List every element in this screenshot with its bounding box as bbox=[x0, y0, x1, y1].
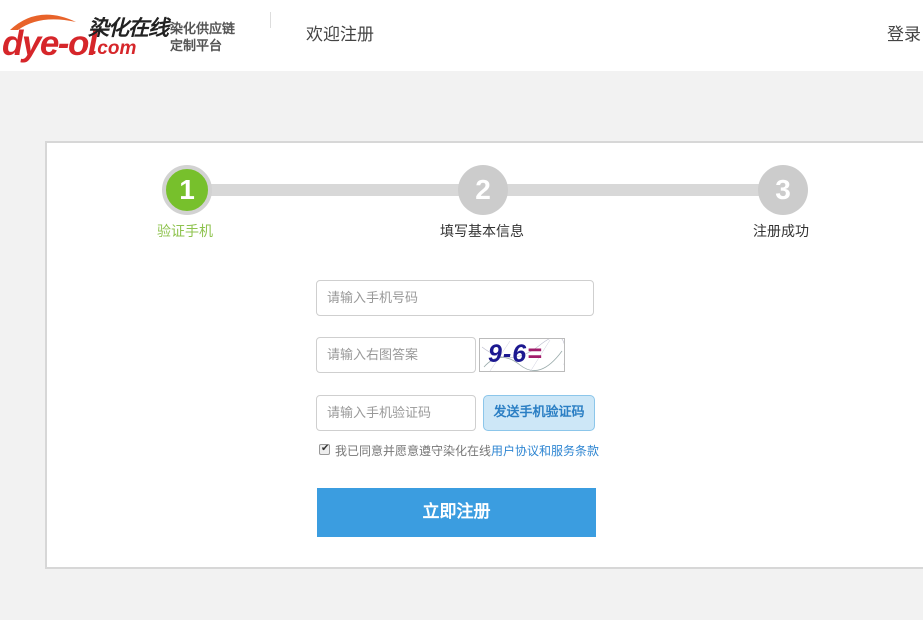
captcha-input[interactable] bbox=[316, 337, 476, 373]
slogan-line-1: 染化供应链 bbox=[170, 22, 236, 37]
logo-slogan: 染化供应链 定制平台 bbox=[170, 21, 235, 55]
sms-code-input[interactable] bbox=[316, 395, 476, 431]
agree-checkbox[interactable]: ✔ bbox=[319, 443, 330, 455]
page-title: 欢迎注册 bbox=[306, 25, 374, 45]
captcha-expression: 9-6 bbox=[488, 340, 528, 368]
step-3-label: 注册成功 bbox=[753, 224, 809, 240]
terms-link[interactable]: 用户协议和服务条款 bbox=[491, 444, 599, 458]
logo[interactable]: dye-ol 染化在线 .com 染化供应链 定制平台 bbox=[0, 6, 270, 66]
agreement-text: 我已同意并愿意遵守染化在线用户协议和服务条款 bbox=[335, 442, 599, 459]
header: dye-ol 染化在线 .com 染化供应链 定制平台 欢迎注册 登录 bbox=[0, 0, 923, 71]
header-divider bbox=[270, 12, 271, 28]
captcha-equals: = bbox=[527, 340, 543, 368]
login-link[interactable]: 登录 bbox=[887, 20, 921, 45]
step-2-label: 填写基本信息 bbox=[440, 224, 524, 240]
step-3-circle: 3 bbox=[758, 165, 808, 215]
captcha-image[interactable]: 9-6= bbox=[479, 338, 565, 372]
register-submit-button[interactable]: 立即注册 bbox=[317, 488, 596, 537]
register-panel: 1 2 3 验证手机 填写基本信息 注册成功 9-6= 发送手机验证码 ✔ 我已… bbox=[45, 141, 923, 569]
logo-latin: dye-ol bbox=[2, 24, 98, 63]
logo-chinese: 染化在线 bbox=[88, 17, 169, 40]
phone-input[interactable] bbox=[316, 280, 594, 316]
logo-domain: .com bbox=[92, 38, 137, 59]
captcha-text: 9-6= bbox=[488, 340, 543, 369]
check-icon: ✔ bbox=[321, 443, 330, 454]
send-sms-code-button[interactable]: 发送手机验证码 bbox=[483, 395, 595, 431]
step-1-label: 验证手机 bbox=[157, 224, 213, 240]
step-2-circle: 2 bbox=[458, 165, 508, 215]
slogan-line-2: 定制平台 bbox=[170, 39, 223, 54]
step-1-circle: 1 bbox=[162, 165, 212, 215]
agreement-prefix: 我已同意并愿意遵守染化在线 bbox=[335, 444, 492, 458]
